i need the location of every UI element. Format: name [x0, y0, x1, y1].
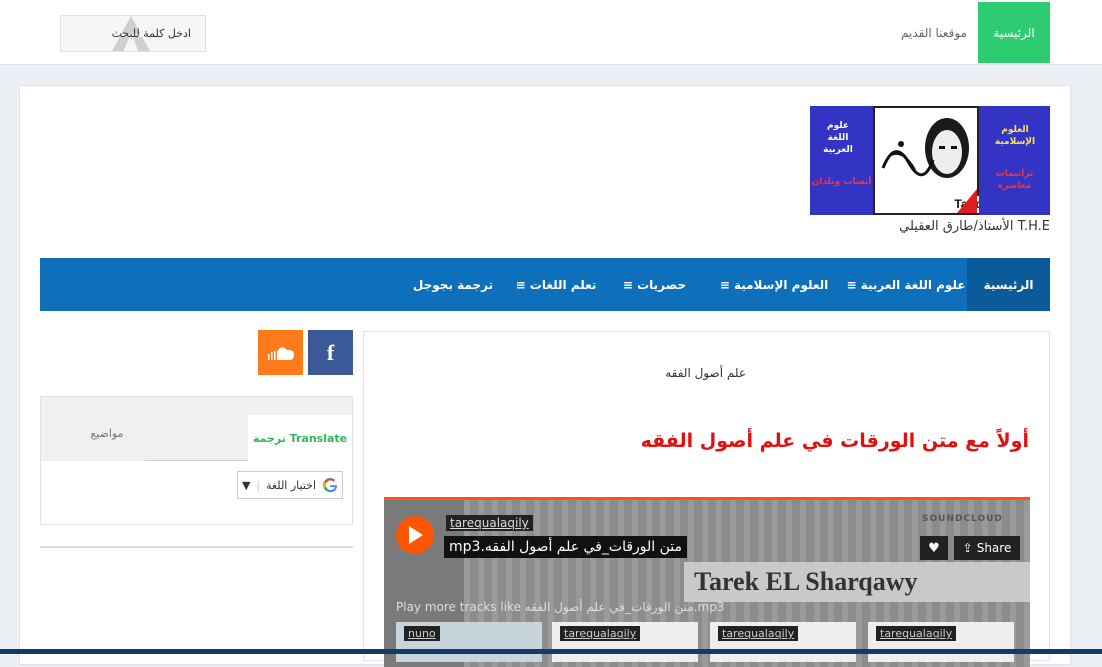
related-track-user[interactable]: tarequalaqily — [718, 626, 799, 641]
top-nav-old-site[interactable]: موقعنا القديم — [890, 2, 978, 63]
main-nav: الرئيسية ≡ علوم اللغة العربية ≡ العلوم ا… — [40, 258, 1050, 311]
menu-icon: ≡ — [846, 277, 861, 292]
search-placeholder: ادخل كلمة للبحث — [111, 27, 191, 40]
related-track-user[interactable]: tarequalaqily — [876, 626, 957, 641]
menu-icon: ≡ — [515, 277, 530, 292]
facebook-button[interactable]: f — [308, 330, 353, 375]
player-user-link[interactable]: tarequalaqily — [446, 515, 533, 531]
play-icon — [409, 526, 423, 544]
language-select-label: اختيار اللغة — [266, 478, 317, 492]
soundcloud-icon — [267, 346, 294, 360]
language-select[interactable]: ▼ | اختيار اللغة — [237, 471, 343, 499]
main-nav-home[interactable]: الرئيسية — [967, 258, 1050, 311]
sidebar-widget: Translate ترجمة مواضيع ▼ | اختيار اللغة — [40, 396, 353, 525]
related-track-user[interactable]: tarequalaqily — [560, 626, 641, 641]
tab-translate[interactable]: Translate ترجمة — [248, 415, 352, 461]
heart-icon: ♥ — [928, 540, 940, 556]
google-icon — [323, 478, 337, 492]
share-label: Share — [976, 541, 1012, 555]
related-track-user[interactable]: nuno — [404, 626, 440, 641]
soundcloud-player: Tarek EL Sharqawy SOUNDCLOUD tarequalaqi… — [384, 497, 1030, 667]
logo-left-title: علوم اللغة العربية — [823, 121, 853, 155]
site-logo[interactable]: علوم اللغة العربية أنساب وبلدان Tariq al… — [810, 106, 1050, 215]
logo-right-title: العلوم الإسلامية — [994, 125, 1036, 147]
player-band-text: Tarek EL Sharqawy — [684, 562, 1030, 602]
player-more-tracks[interactable]: Play more tracks like متن الورقات_في علم… — [396, 600, 724, 614]
menu-icon: ≡ — [622, 277, 638, 292]
related-track-thumb[interactable]: tarequalaqily — [710, 622, 856, 662]
main-nav-exclusives-label: حصريات — [637, 277, 687, 292]
related-track-thumb[interactable]: tarequalaqily — [868, 622, 1014, 662]
main-nav-arabic[interactable]: ≡ علوم اللغة العربية — [845, 258, 967, 311]
main-nav-translate[interactable]: ترجمة بجوجل — [400, 258, 506, 311]
site-tagline: الأستاذ/طارق العقيلي T.H.E — [899, 219, 1050, 234]
portrait-icon — [881, 118, 969, 178]
main-nav-languages-label: تعلم اللغات — [529, 277, 597, 292]
soundcloud-logo[interactable]: SOUNDCLOUD — [922, 514, 1003, 524]
related-track-thumb[interactable]: tarequalaqily — [552, 622, 698, 662]
main-nav-islamic[interactable]: ≡ العلوم الإسلامية — [703, 258, 845, 311]
post-title: أولاً مع متن الورقات في علم أصول الفقه — [640, 430, 1029, 452]
logo-right-panel: العلوم الإسلامية ترانيمات معاصرة — [979, 106, 1050, 215]
soundcloud-button[interactable] — [258, 330, 303, 375]
logo-left-sub: أنساب وبلدان — [811, 177, 872, 187]
logo-corner-icon — [957, 189, 977, 213]
play-button[interactable] — [396, 516, 434, 554]
main-nav-languages[interactable]: ≡ تعلم اللغات — [506, 258, 606, 311]
post-category[interactable]: علم أصول الفقه — [364, 366, 746, 380]
menu-icon: ≡ — [719, 277, 734, 292]
tab-divider — [145, 460, 248, 461]
logo-right-sub: ترانيمات معاصرة — [995, 169, 1034, 191]
logo-left-panel: علوم اللغة العربية أنساب وبلدان — [810, 106, 873, 215]
post-content: علم أصول الفقه أولاً مع متن الورقات في ع… — [363, 331, 1050, 667]
main-nav-arabic-label: علوم اللغة العربية — [860, 277, 966, 292]
sidebar-divider — [40, 546, 353, 548]
related-track-thumb[interactable]: nuno — [396, 622, 542, 662]
share-icon: ⇪ — [962, 541, 973, 555]
chevron-down-icon: ▼ — [242, 478, 251, 492]
taskbar-strip — [0, 649, 1102, 654]
search-input[interactable]: ادخل كلمة للبحث — [60, 15, 206, 52]
main-nav-islamic-label: العلوم الإسلامية — [733, 277, 829, 292]
like-button[interactable]: ♥ — [920, 536, 948, 560]
tab-topics[interactable]: مواضيع — [69, 427, 145, 440]
player-track-title[interactable]: متن الورقات_في علم أصول الفقه.mp3 — [444, 536, 688, 558]
top-nav-home[interactable]: الرئيسية — [978, 2, 1050, 63]
main-nav-exclusives[interactable]: ≡ حصريات — [606, 258, 703, 311]
facebook-icon: f — [326, 339, 335, 365]
select-separator: | — [256, 478, 261, 492]
share-button[interactable]: ⇪ Share — [954, 536, 1020, 560]
top-bar: الرئيسية موقعنا القديم ادخل كلمة للبحث — [0, 0, 1102, 65]
logo-portrait: Tariq alaqily — [873, 106, 1037, 215]
